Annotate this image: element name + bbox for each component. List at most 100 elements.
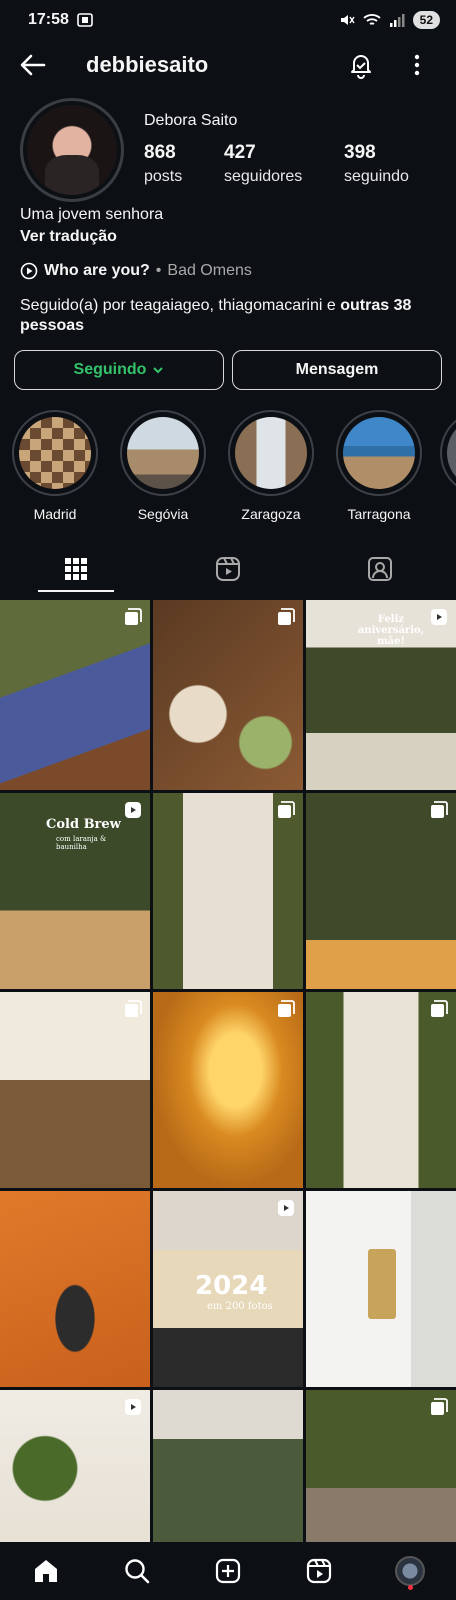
battery-indicator: 52 [412, 11, 440, 29]
reels-icon [278, 1200, 294, 1216]
followed-by-prefix: Seguido(a) por teagaiageo, thiagomacarin… [20, 297, 341, 314]
tab-grid[interactable] [0, 544, 152, 594]
stat-posts-value: 868 [144, 142, 176, 163]
post-thumbnail[interactable] [306, 793, 456, 989]
highlight-cover [19, 417, 91, 489]
status-bar: 17:58 52 [0, 0, 456, 40]
highlight-cover [447, 417, 456, 489]
carousel-icon [431, 801, 448, 818]
wifi-icon [363, 14, 381, 25]
highlight-ring [12, 410, 98, 496]
highlight-tarragona[interactable]: Tarragona [334, 410, 424, 522]
music-artist: Bad Omens [167, 262, 252, 279]
reels-icon [431, 609, 447, 625]
carousel-icon [125, 1000, 142, 1017]
profile-bio: Uma jovem senhora [20, 206, 164, 223]
highlight-label: Segóvia [137, 506, 189, 522]
nav-home[interactable] [31, 1556, 61, 1586]
grid-icon [65, 558, 87, 580]
stat-posts-label: posts [144, 168, 183, 185]
profile-tabs [0, 544, 456, 594]
message-button-label: Mensagem [295, 361, 379, 378]
nav-reels[interactable] [304, 1556, 334, 1586]
post-thumbnail[interactable]: Feliz aniversário, mãe! [306, 600, 456, 790]
status-time: 17:58 [28, 11, 69, 28]
stat-followers-label: seguidores [224, 168, 303, 185]
bottom-navigation [0, 1542, 456, 1600]
chevron-down-icon [153, 367, 164, 374]
more-options-icon[interactable] [402, 50, 432, 80]
post-thumbnail[interactable] [0, 992, 150, 1188]
notification-bell-icon[interactable] [346, 50, 376, 80]
highlight-partial[interactable] [440, 410, 456, 496]
music-separator: • [155, 262, 162, 279]
music-song: Who are you? [44, 262, 150, 279]
highlight-ring [228, 410, 314, 496]
post-caption-overlay: Feliz aniversário, mãe! [357, 614, 425, 647]
profile-avatar-small [395, 1556, 426, 1590]
carousel-icon [431, 1398, 448, 1415]
play-circle-icon [20, 262, 38, 280]
post-thumbnail[interactable] [0, 600, 150, 790]
home-icon [34, 1560, 57, 1582]
reels-icon [307, 1558, 332, 1584]
profile-full-name: Debora Saito [144, 112, 238, 129]
post-thumbnail[interactable]: Cold Brew com laranja & baunilha [0, 793, 150, 989]
following-button[interactable]: Seguindo [14, 350, 224, 390]
post-caption-overlay: em 200 fotos [207, 1301, 273, 1312]
see-translation-link[interactable]: Ver tradução [20, 228, 117, 246]
tagged-user-icon [368, 557, 392, 581]
post-caption-overlay: Cold Brew [46, 817, 121, 832]
carousel-icon [278, 1000, 295, 1017]
highlight-ring [440, 410, 456, 496]
profile-header: debbiesaito [0, 42, 456, 88]
post-thumbnail[interactable] [153, 600, 303, 790]
post-thumbnail[interactable] [306, 1191, 456, 1387]
tab-tagged[interactable] [304, 544, 456, 594]
post-caption-overlay: 2024 [195, 1271, 268, 1301]
message-button[interactable]: Mensagem [232, 350, 442, 390]
carousel-icon [431, 1000, 448, 1017]
highlight-label: Tarragona [347, 506, 411, 522]
highlight-segovia[interactable]: Segóvia [118, 410, 208, 522]
following-button-label: Seguindo [73, 361, 147, 378]
tab-reels[interactable] [152, 544, 304, 594]
mute-icon [340, 15, 355, 25]
carousel-icon [125, 608, 142, 625]
back-arrow-icon[interactable] [18, 50, 48, 80]
posts-grid: Feliz aniversário, mãe! Cold Brew com la… [0, 600, 456, 1600]
post-thumbnail[interactable] [153, 793, 303, 989]
highlight-label: Madrid [33, 506, 77, 522]
post-thumbnail[interactable] [0, 1191, 150, 1387]
highlight-ring [120, 410, 206, 496]
screenshot-indicator-icon [77, 13, 93, 27]
stat-following[interactable]: 398 seguindo [344, 142, 409, 186]
signal-icon [389, 14, 405, 27]
reels-icon [125, 1399, 141, 1415]
post-caption-overlay: com laranja & baunilha [56, 835, 107, 851]
post-thumbnail[interactable]: 2024 em 200 fotos [153, 1191, 303, 1387]
highlight-cover [127, 417, 199, 489]
stat-followers[interactable]: 427 seguidores [224, 142, 302, 186]
stat-posts[interactable]: 868 posts [144, 142, 182, 186]
nav-profile[interactable] [395, 1556, 426, 1590]
followed-by[interactable]: Seguido(a) por teagaiageo, thiagomacarin… [20, 296, 440, 336]
search-icon [125, 1559, 150, 1584]
avatar-image [27, 105, 117, 195]
nav-search[interactable] [122, 1556, 152, 1586]
post-thumbnail[interactable] [153, 992, 303, 1188]
highlight-madrid[interactable]: Madrid [10, 410, 100, 522]
reels-icon [125, 802, 141, 818]
carousel-icon [278, 801, 295, 818]
nav-create[interactable] [213, 1556, 243, 1586]
highlight-ring [336, 410, 422, 496]
highlight-cover [343, 417, 415, 489]
stat-following-value: 398 [344, 142, 376, 163]
door-handle [368, 1249, 396, 1319]
username-title: debbiesaito [86, 52, 209, 77]
post-thumbnail[interactable] [306, 992, 456, 1188]
profile-avatar[interactable] [20, 98, 124, 202]
profile-music[interactable]: Who are you? • Bad Omens [20, 262, 252, 280]
highlight-label: Zaragoza [241, 506, 301, 522]
highlight-zaragoza[interactable]: Zaragoza [226, 410, 316, 522]
